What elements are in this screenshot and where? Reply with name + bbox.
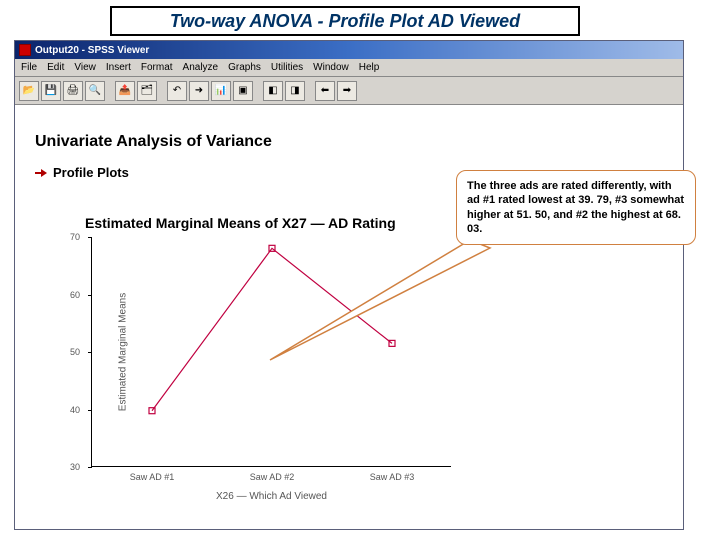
callout-tail — [0, 0, 720, 540]
annotation-callout: The three ads are rated differently, wit… — [456, 170, 696, 245]
annotation-text: The three ads are rated differently, wit… — [467, 180, 684, 235]
